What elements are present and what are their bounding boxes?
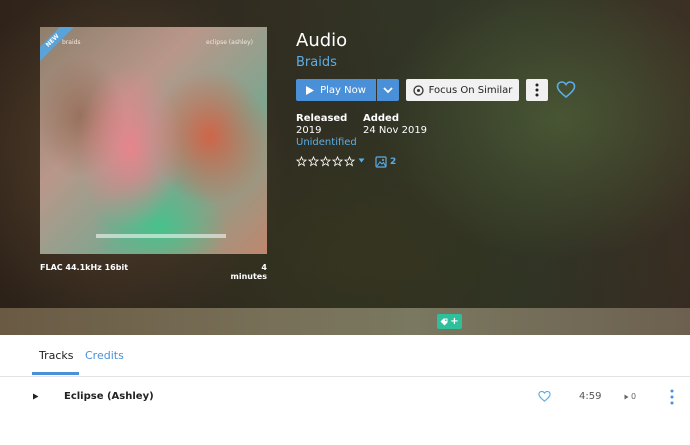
play-options-dropdown[interactable] bbox=[377, 79, 399, 101]
favorite-heart-icon[interactable] bbox=[556, 80, 576, 100]
artwork-gallery[interactable]: 2 bbox=[375, 156, 396, 168]
play-icon[interactable] bbox=[32, 393, 39, 400]
similar-icon bbox=[412, 84, 424, 96]
play-count-value: 0 bbox=[631, 392, 637, 401]
more-vertical-icon bbox=[535, 83, 539, 97]
rating-stars[interactable] bbox=[296, 156, 355, 167]
gallery-count: 2 bbox=[390, 157, 397, 167]
table-row[interactable]: Eclipse (Ashley) 4:59 0 bbox=[0, 377, 690, 417]
star-icon[interactable] bbox=[344, 156, 355, 167]
detail-tabs: Tracks Credits bbox=[0, 335, 690, 377]
added-label: Added bbox=[363, 113, 399, 124]
tag-strip bbox=[0, 308, 690, 335]
cover-fine-print bbox=[96, 234, 226, 238]
active-tab-indicator bbox=[32, 372, 79, 375]
artist-link[interactable]: Braids bbox=[296, 55, 337, 70]
tag-icon bbox=[440, 318, 448, 325]
added-value: 24 Nov 2019 bbox=[363, 125, 428, 136]
focus-on-similar-button[interactable]: Focus On Similar bbox=[406, 79, 519, 101]
track-duration: 4:59 bbox=[579, 391, 602, 402]
tab-credits[interactable]: Credits bbox=[85, 349, 124, 362]
cover-title-text: eclipse (ashley) bbox=[205, 39, 253, 46]
track-title: Eclipse (Ashley) bbox=[64, 391, 154, 402]
focus-on-similar-label: Focus On Similar bbox=[428, 84, 513, 96]
favorite-heart-icon[interactable] bbox=[538, 390, 551, 403]
album-duration: 4 minutes bbox=[230, 263, 267, 281]
play-count: 0 bbox=[624, 392, 636, 401]
released-label: Released bbox=[296, 113, 348, 124]
add-tag-button[interactable]: + bbox=[437, 314, 462, 329]
new-badge: NEW bbox=[40, 27, 80, 67]
star-icon[interactable] bbox=[320, 156, 331, 167]
star-icon[interactable] bbox=[332, 156, 343, 167]
star-icon[interactable] bbox=[308, 156, 319, 167]
caret-down-icon[interactable] bbox=[358, 157, 365, 164]
album-title: Audio bbox=[296, 30, 348, 51]
tab-tracks[interactable]: Tracks bbox=[39, 349, 74, 362]
audio-format: FLAC 44.1kHz 16bit bbox=[40, 263, 129, 272]
unidentified-link[interactable]: Unidentified bbox=[296, 137, 357, 148]
new-badge-label: NEW bbox=[40, 27, 78, 66]
more-options-button[interactable] bbox=[526, 79, 548, 101]
more-vertical-icon[interactable] bbox=[670, 389, 674, 405]
star-icon[interactable] bbox=[296, 156, 307, 167]
released-value: 2019 bbox=[296, 125, 322, 136]
plus-icon: + bbox=[450, 316, 459, 327]
chevron-down-icon bbox=[383, 86, 393, 93]
play-count-icon bbox=[624, 394, 629, 399]
image-gallery-icon bbox=[375, 156, 387, 168]
play-now-label: Play Now bbox=[320, 84, 366, 96]
play-now-button[interactable]: Play Now bbox=[296, 79, 376, 101]
play-icon bbox=[306, 85, 315, 95]
